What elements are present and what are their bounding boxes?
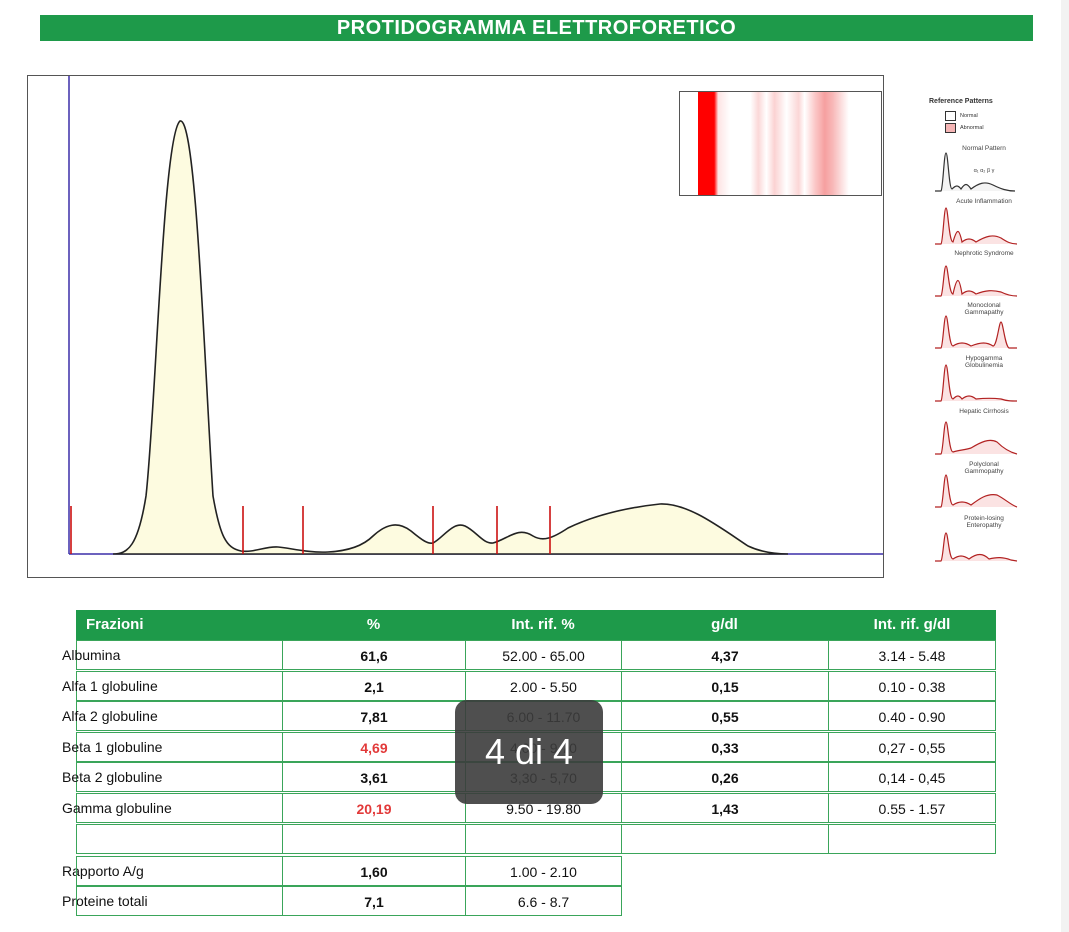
ref-pattern-label: Acute Inflammation xyxy=(956,198,1012,205)
ref-percent-cell: 2.00 - 5.50 xyxy=(465,670,622,701)
header-gdl: g/dl xyxy=(621,610,828,640)
fraction-name: Alfa 1 globuline xyxy=(62,677,158,694)
gdl-cell: 0,33 xyxy=(621,731,829,762)
fraction-name: Alfa 2 globuline xyxy=(62,708,158,724)
page-counter-overlay: 4 di 4 xyxy=(455,700,603,804)
ref-pattern-sublabel: α₁ α₂ β γ xyxy=(973,168,995,174)
ratio-ref: 1.00 - 2.10 xyxy=(465,856,622,886)
legend-normal: Normal xyxy=(945,111,978,121)
header-percent: % xyxy=(282,610,465,640)
ref-gdl-cell: 3.14 - 5.48 xyxy=(828,640,996,670)
percent-cell: 7,81 xyxy=(282,701,466,731)
ref-pattern-acute-inflammation: Acute Inflammation xyxy=(931,198,1023,250)
gdl-cell: 0,55 xyxy=(621,701,829,731)
gdl-cell: 4,37 xyxy=(621,640,829,670)
table-empty-cell xyxy=(76,824,283,854)
reference-patterns-title: Reference Patterns xyxy=(929,98,993,105)
table-empty-cell xyxy=(282,824,466,854)
legend-normal-swatch xyxy=(945,111,956,121)
header-ref-gdl: Int. rif. g/dl xyxy=(828,610,996,640)
ref-pattern-label: Polyclonal Gammopathy xyxy=(964,461,1004,475)
total-value: 7,1 xyxy=(282,886,466,916)
fraction-name: Albumina xyxy=(62,647,121,663)
ref-pattern-label: Protein-losing Enteropathy xyxy=(964,515,1004,529)
ratio-value: 1,60 xyxy=(282,856,466,886)
legend-abnormal: Abnormal xyxy=(945,123,984,133)
total-label-cell xyxy=(76,886,283,916)
percent-cell: 4,69 xyxy=(282,731,466,762)
ref-pattern-nephrotic-syndrome: Nephrotic Syndrome xyxy=(931,250,1023,302)
header-ref-percent: Int. rif. % xyxy=(465,610,621,640)
ref-pattern-label: Monoclonal Gammapathy xyxy=(964,302,1004,316)
gel-band-strip xyxy=(679,91,882,196)
header-frazioni: Frazioni xyxy=(76,610,282,640)
ref-pattern-hepatic-cirrhosis: Hepatic Cirrhosis xyxy=(931,408,1023,460)
total-ref: 6.6 - 8.7 xyxy=(465,886,622,916)
fraction-name: Gamma globuline xyxy=(62,799,172,816)
report-title: PROTIDOGRAMMA ELETTROFORETICO xyxy=(40,15,1033,41)
ref-pattern-polyclonal-gammopathy: Polyclonal Gammopathy xyxy=(931,461,1023,513)
ref-gdl-cell: 0.40 - 0.90 xyxy=(828,701,996,731)
legend-normal-label: Normal xyxy=(960,113,978,119)
percent-cell: 20,19 xyxy=(282,792,466,823)
fraction-name: Beta 2 globuline xyxy=(62,769,163,785)
legend-abnormal-label: Abnormal xyxy=(960,125,984,131)
page-edge xyxy=(1061,0,1069,932)
ref-gdl-cell: 0,14 - 0,45 xyxy=(828,762,996,792)
gdl-cell: 1,43 xyxy=(621,792,829,823)
table-empty-cell xyxy=(828,824,996,854)
ratio-label-cell xyxy=(76,856,283,886)
gdl-cell: 0,15 xyxy=(621,670,829,701)
ref-pattern-protein-losing-enteropathy: Protein-losing Enteropathy xyxy=(931,515,1023,567)
ref-percent-cell: 52.00 - 65.00 xyxy=(465,640,622,670)
reference-patterns-panel: Reference Patterns Normal Abnormal Norma… xyxy=(925,95,1025,585)
ref-pattern-normal: Normal Pattern α₁ α₂ β γ xyxy=(931,145,1023,197)
ref-pattern-label: Normal Pattern xyxy=(962,145,1006,152)
ref-pattern-hypogamma-globulinemia: Hypogamma Globulinemia xyxy=(931,355,1023,407)
ref-gdl-cell: 0.55 - 1.57 xyxy=(828,792,996,823)
ref-gdl-cell: 0.10 - 0.38 xyxy=(828,670,996,701)
legend-abnormal-swatch xyxy=(945,123,956,133)
table-empty-cell xyxy=(621,824,829,854)
gdl-cell: 0,26 xyxy=(621,762,829,792)
ref-pattern-label: Hepatic Cirrhosis xyxy=(959,408,1009,415)
ref-pattern-label: Hypogamma Globulinemia xyxy=(965,355,1003,369)
percent-cell: 61,6 xyxy=(282,640,466,670)
ref-pattern-label: Nephrotic Syndrome xyxy=(954,250,1014,257)
ref-pattern-monoclonal-gammapathy: Monoclonal Gammapathy xyxy=(931,302,1023,354)
ref-gdl-cell: 0,27 - 0,55 xyxy=(828,731,996,762)
table-empty-cell xyxy=(465,824,622,854)
fraction-name: Beta 1 globuline xyxy=(62,738,163,755)
percent-cell: 3,61 xyxy=(282,762,466,792)
percent-cell: 2,1 xyxy=(282,670,466,701)
